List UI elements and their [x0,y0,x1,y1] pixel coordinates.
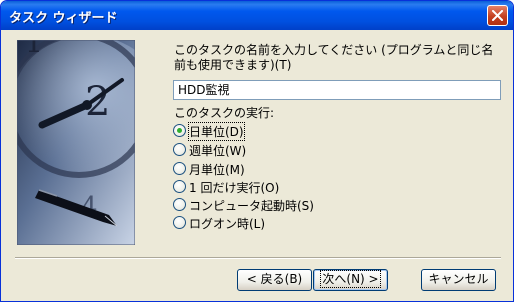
task-name-input[interactable]: HDD監視 [173,80,501,100]
cancel-button[interactable]: キャンセル [421,269,496,291]
next-button-label: 次へ(N) > [320,270,381,288]
cancel-button-label: キャンセル [428,272,489,286]
radio-button-weekly[interactable] [173,143,186,156]
clock-pen-illustration: 2 1 4 [17,40,135,245]
task-name-prompt: このタスクの名前を入力してください (プログラムと同じ名前も使用できます)(T) [174,43,494,72]
back-button[interactable]: < 戻る(B) [237,269,312,291]
back-button-label: < 戻る(B) [246,272,303,286]
next-button[interactable]: 次へ(N) > [313,269,388,291]
radio-label-startup[interactable]: コンピュータ起動時(S) [189,197,314,214]
window-title: タスク ウィザード [9,11,118,26]
radio-label-once[interactable]: 1 回だけ実行(O) [189,179,279,196]
radio-button-monthly[interactable] [173,162,186,175]
radio-button-once[interactable] [173,180,186,193]
radio-button-daily[interactable] [173,124,186,137]
radio-label-daily[interactable]: 日単位(D) [188,122,245,141]
task-wizard-window: タスク ウィザード 2 1 4 このタスクの名前を入力してください (プログラム… [0,0,514,302]
radio-button-startup[interactable] [173,198,186,211]
radio-label-monthly[interactable]: 月単位(M) [189,161,245,178]
close-button[interactable] [487,5,508,26]
execution-label: このタスクの実行: [174,106,275,120]
svg-text:1: 1 [25,40,43,59]
divider [15,257,501,259]
title-bar[interactable]: タスク ウィザード [1,1,513,30]
radio-label-logon[interactable]: ログオン時(L) [189,215,265,232]
close-icon [492,10,503,21]
radio-button-logon[interactable] [173,216,186,229]
radio-label-weekly[interactable]: 週単位(W) [189,142,246,159]
radio-selected-dot [177,128,182,133]
